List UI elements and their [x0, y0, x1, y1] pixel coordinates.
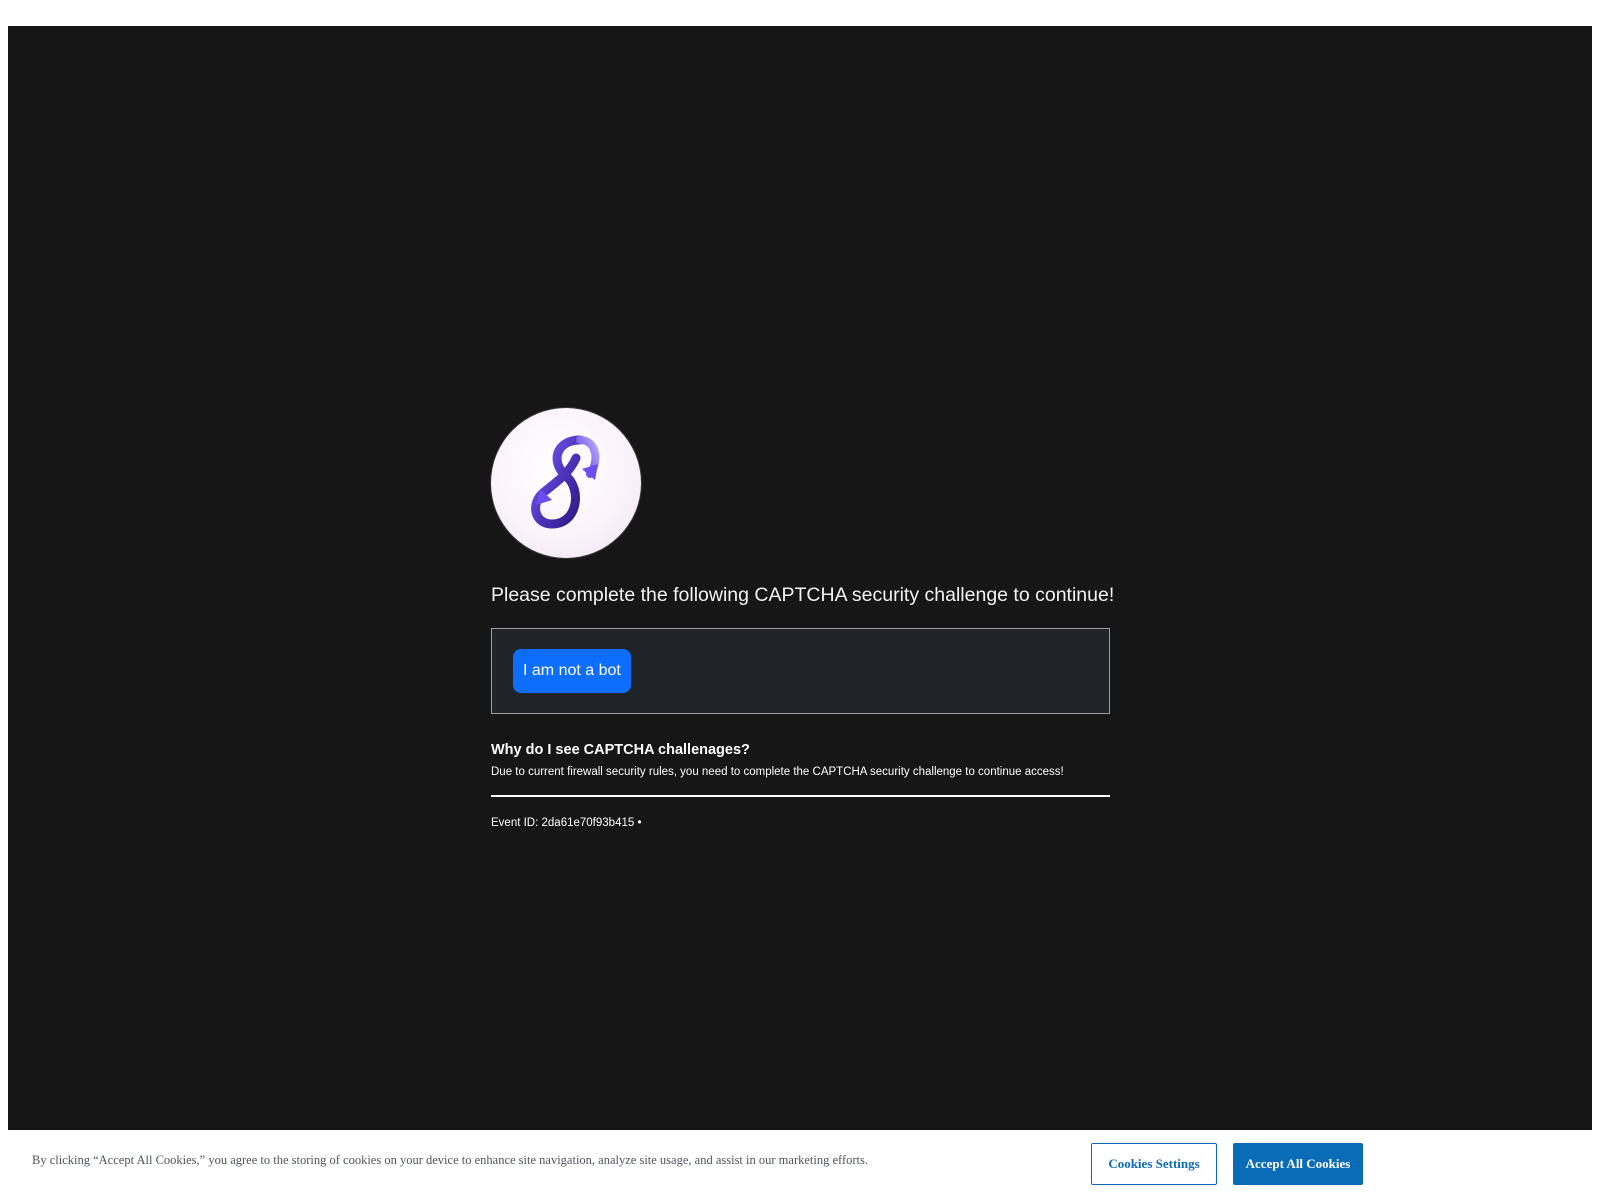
cookies-settings-button[interactable]: Cookies Settings	[1091, 1143, 1217, 1185]
event-id-separator: •	[637, 817, 642, 829]
cookie-consent-banner: By clicking “Accept All Cookies,” you ag…	[8, 1130, 1592, 1200]
captcha-explanation-title: Why do I see CAPTCHA challenages?	[491, 742, 750, 758]
cookie-consent-text: By clicking “Accept All Cookies,” you ag…	[32, 1153, 868, 1167]
not-a-bot-button[interactable]: I am not a bot	[513, 649, 631, 693]
captcha-explanation-text: Due to current firewall security rules, …	[491, 766, 1064, 778]
accept-all-cookies-button[interactable]: Accept All Cookies	[1233, 1143, 1363, 1185]
infinity-arrows-logo-icon	[491, 408, 641, 558]
logo-graphic	[531, 435, 600, 529]
page: Please complete the following CAPTCHA se…	[0, 0, 1600, 1200]
section-divider	[491, 795, 1110, 797]
event-id-line: Event ID: 2da61e70f93b415 •	[491, 815, 1110, 831]
challenge-headline: Please complete the following CAPTCHA se…	[491, 584, 1115, 606]
captcha-widget: I am not a bot	[491, 628, 1110, 714]
event-id-label: Event ID:	[491, 817, 539, 829]
event-id-value: 2da61e70f93b415	[541, 817, 635, 829]
captcha-challenge: Please complete the following CAPTCHA se…	[491, 408, 1115, 831]
